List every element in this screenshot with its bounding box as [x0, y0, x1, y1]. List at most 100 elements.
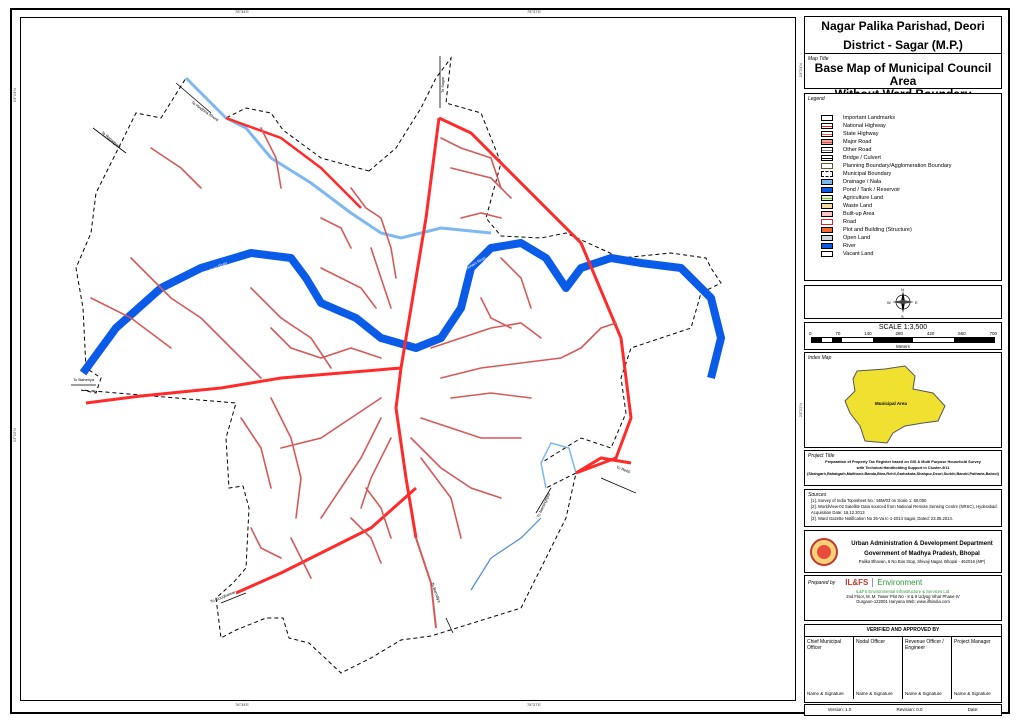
approval-signature: Name & Signature: [905, 691, 942, 696]
legend-label: Plot and Building (Structure): [843, 227, 912, 233]
sources-caption: Sources: [808, 492, 827, 498]
highway-southwest: [235, 486, 417, 595]
approval-role: Nodal Officer: [856, 639, 886, 645]
highway-sagar: [394, 117, 441, 539]
legend-swatch: [821, 171, 833, 177]
scale-panel: SCALE 1:3,500 0 70 140 280 420 560 700 Meters: [804, 322, 1002, 350]
scale-bar: [811, 337, 995, 343]
project-caption: Project Title: [808, 453, 835, 459]
coord-right-bottom: 23°22'N: [798, 403, 803, 418]
scale-unit: Meters: [896, 344, 910, 349]
map-title-line1: Base Map of Municipal Council Area: [814, 61, 992, 88]
label-to-rehli: To Rehli: [616, 464, 631, 474]
revision: Revision: 0.0: [896, 707, 923, 712]
project-line3: (Shahgarh,Rahatgarh,Malthone,Banda,Bina,…: [807, 472, 999, 476]
coord-right-top: 23°24'N: [798, 63, 803, 78]
approval-column: Project Manager Name & Signature: [952, 637, 1001, 699]
department-address: Palika Bhavan, 6 No Bus Stop, Shivaji Na…: [858, 559, 986, 564]
legend-list: Important Landmarks National Highway State…: [805, 114, 1001, 258]
header-panel: Nagar Palika Parishad, Deori District - …: [804, 16, 1002, 54]
legend-label: Built-up Area: [843, 211, 875, 217]
index-map-label: Municipal Area: [875, 401, 907, 406]
legend-label: Pond / Tank / Reservoir: [843, 187, 901, 193]
drainage-nala: [184, 76, 492, 240]
legend-label: River: [843, 243, 856, 249]
legend-item: Built-up Area: [821, 210, 1001, 218]
approval-role: Project Manager: [954, 639, 991, 645]
government-name: Government of Madhya Pradesh, Bhopal: [864, 551, 980, 557]
prepared-by-panel: Prepared by IL&FS Environment IL&FS Envi…: [804, 575, 1002, 621]
drainage-nala-south: [540, 442, 577, 489]
approval-table: Chief Municipal Officer Name & Signature N…: [805, 637, 1001, 699]
source-item: [3]. Ward Gazette Notification No 25-Va …: [811, 516, 953, 521]
org-title: Nagar Palika Parishad, Deori: [821, 19, 985, 33]
legend-label: Vacant Land: [843, 251, 874, 257]
legend-item: Open Land: [821, 234, 1001, 242]
label-to-narsinghpur: To Narsinghpur: [535, 491, 551, 518]
scale-tick: 0: [809, 331, 812, 336]
scale-tick: 700: [989, 331, 997, 336]
legend-swatch: [821, 139, 833, 145]
label-to-gourjhamar: To Gourjhamar: [210, 589, 237, 604]
north-label: N: [901, 287, 904, 292]
company-address-2: Gurgaon-122001 Haryana Web: www.ilfsindi…: [856, 599, 950, 604]
approval-title: VERIFIED AND APPROVED BY: [805, 625, 1001, 637]
footer-panel: Version: 1.0 Revision: 0.0 Date:: [804, 704, 1002, 716]
legend-swatch: [821, 203, 833, 209]
legend-swatch: [821, 155, 833, 161]
coord-top-left: 78°34'E: [235, 9, 249, 14]
legend-item: National Highway: [821, 122, 1001, 130]
approval-panel: VERIFIED AND APPROVED BY Chief Municipal…: [804, 624, 1002, 703]
project-panel: Project Title Preparation of Property Ta…: [804, 450, 1002, 486]
legend-label: Drainage / Nala: [843, 179, 882, 185]
approval-role: Chief Municipal Officer: [807, 639, 842, 651]
department-name: Urban Administration & Development Depar…: [851, 541, 993, 547]
legend-title: Legend: [808, 96, 825, 102]
legend-label: Bridge / Culvert: [843, 155, 881, 161]
legend-item: Major Road: [821, 138, 1001, 146]
coord-left-bottom: 23°22'N: [12, 428, 17, 443]
legend-swatch: [821, 195, 833, 201]
west-label: W: [887, 300, 891, 305]
legend-swatch: [821, 235, 833, 241]
coord-left-top: 23°24'N: [12, 88, 17, 103]
scale-tick: 280: [895, 331, 903, 336]
approval-column: Chief Municipal Officer Name & Signature: [805, 637, 854, 699]
coord-bottom-left: 78°34'E: [235, 702, 249, 707]
south-label: S: [901, 314, 904, 318]
label-to-hindoria: To Hindoria Khurd: [190, 100, 219, 122]
legend-label: National Highway: [843, 123, 886, 129]
ilfs-logo: IL&FS: [845, 578, 869, 587]
approval-signature: Name & Signature: [856, 691, 893, 696]
legend-label: Agriculture Land: [843, 195, 884, 201]
legend-swatch: [821, 243, 833, 249]
legend-item: Bridge / Culvert: [821, 154, 1001, 162]
sources-panel: Sources [1]. Survey of India Toposheet N…: [804, 489, 1002, 527]
index-map: Municipal Area: [844, 365, 946, 444]
coord-top-right: 78°37'E: [527, 9, 541, 14]
scale-ticks: 0 70 140 280 420 560 700: [805, 331, 1001, 336]
legend-item: Road: [821, 218, 1001, 226]
map-title-panel: Map Title Base Map of Municipal Council …: [804, 53, 1002, 101]
legend-item: State Highway: [821, 130, 1001, 138]
legend-label: Other Road: [843, 147, 872, 153]
division-name: Environment: [872, 578, 922, 587]
department-panel: Urban Administration & Development Depar…: [804, 530, 1002, 573]
date: Date:: [967, 707, 979, 712]
legend-swatch: [821, 115, 833, 121]
approval-column: Revenue Officer / Engineer Name & Signatu…: [903, 637, 952, 699]
label-to-sagar: To Sagar: [440, 76, 445, 93]
drainage-nala-southeast: [470, 517, 542, 591]
legend-label: Open Land: [843, 235, 871, 241]
scale-tick: 140: [864, 331, 872, 336]
legend-label: Road: [843, 219, 857, 225]
legend-item: Important Landmarks: [821, 114, 1001, 122]
scale-title: SCALE 1:3,500: [878, 324, 928, 331]
legend-item: Drainage / Nala: [821, 178, 1001, 186]
legend-label: Municipal Boundary: [843, 171, 892, 177]
north-arrow-panel: N S E W: [804, 285, 1002, 319]
legend-item: Planning Boundary/Agglomeration Boundary: [821, 162, 1001, 170]
legend-item: Other Road: [821, 146, 1001, 154]
approval-column: Nodal Officer Name & Signature: [854, 637, 903, 699]
legend-item: River: [821, 242, 1001, 250]
